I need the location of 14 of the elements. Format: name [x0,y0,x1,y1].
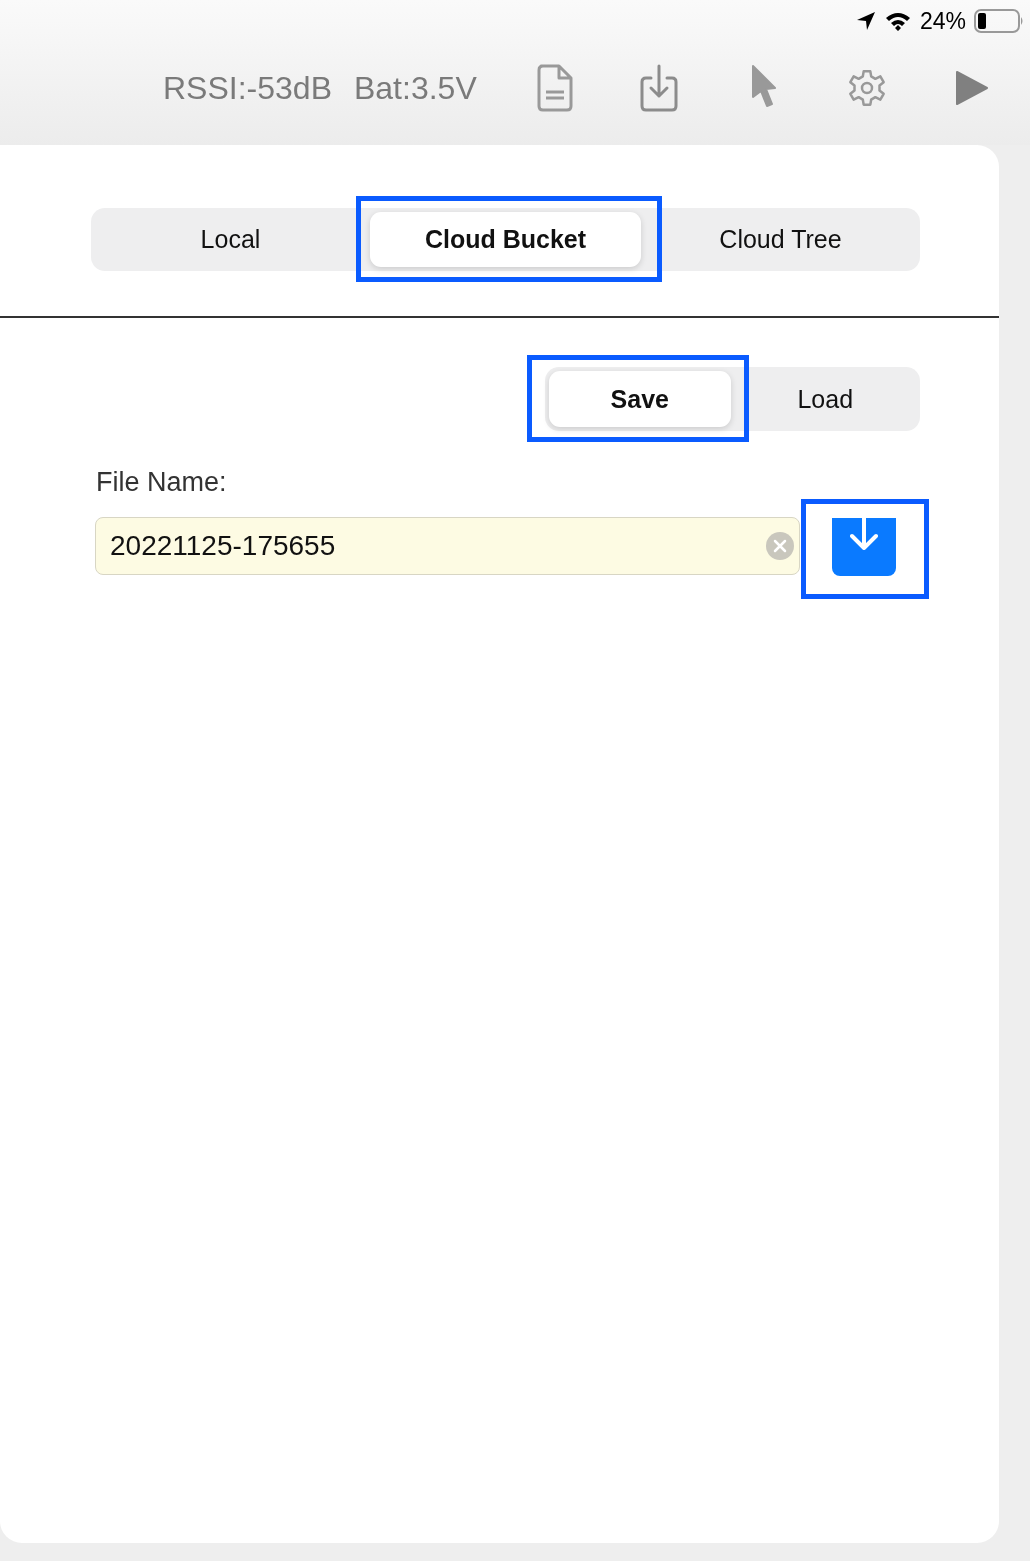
file-name-field[interactable]: 20221125-175655 [95,517,800,575]
mode-tab[interactable]: Load [734,371,916,427]
location-icon [855,11,876,31]
download-icon[interactable] [638,64,679,112]
mode-tab[interactable]: Save [549,371,731,427]
field-label: File Name: [95,466,228,498]
battery-voltage: Bat:3.5V [353,69,477,107]
source-tab[interactable]: Cloud Tree [645,212,916,267]
battery-percent: 24% [919,7,966,35]
source-tab[interactable]: Local [95,212,366,267]
source-tab[interactable]: Cloud Bucket [370,212,641,267]
battery-icon [974,9,1024,33]
clear-icon[interactable] [766,532,794,560]
rssi-reading: RSSI:-53dB [163,69,332,107]
